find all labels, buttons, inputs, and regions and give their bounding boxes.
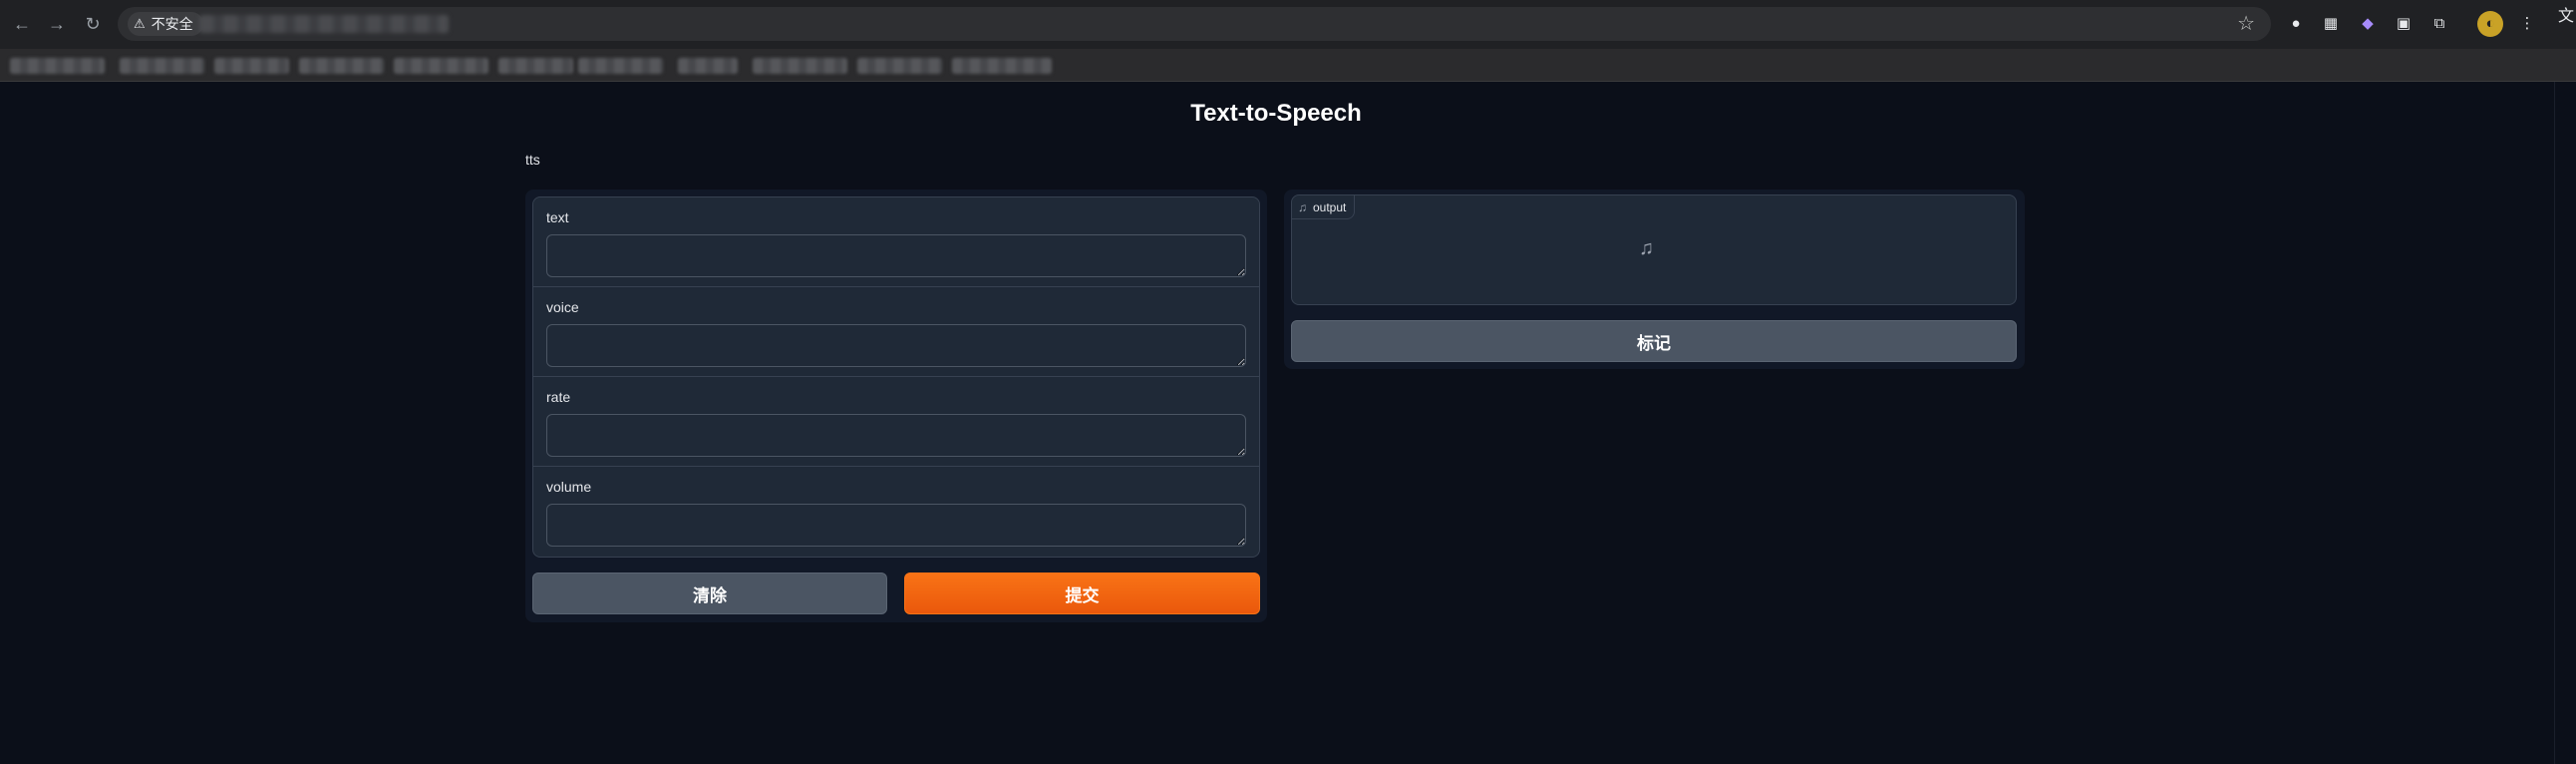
back-button[interactable]: ←: [8, 10, 36, 38]
profile-avatar[interactable]: ◐: [2477, 11, 2503, 37]
volume-label: volume: [546, 479, 592, 495]
bookmark-item[interactable]: [299, 58, 384, 74]
submit-button[interactable]: 提交: [904, 573, 1260, 614]
clear-button[interactable]: 清除: [532, 573, 887, 614]
output-panel: ♫ output ♫ 标记: [1284, 190, 2025, 369]
browser-toolbar: ← → ↻ ⚠ 不安全 ☆ ● ▦ ◆ ▣ ⧉ ◐ ⋮ 文: [0, 0, 2576, 49]
warning-icon: ⚠: [134, 16, 146, 31]
bookmark-item[interactable]: [678, 58, 738, 74]
bookmark-item[interactable]: [120, 58, 204, 74]
audio-output: ♫ output ♫: [1291, 194, 2017, 305]
voice-input[interactable]: [546, 324, 1246, 367]
voice-label: voice: [546, 299, 579, 315]
volume-field: volume: [533, 467, 1259, 557]
reload-button[interactable]: ↻: [79, 10, 107, 38]
bookmark-item[interactable]: [394, 58, 488, 74]
forward-button[interactable]: →: [43, 10, 71, 38]
bookmarks-bar: [0, 49, 2576, 82]
extension-qr-icon[interactable]: ▦: [2318, 11, 2344, 37]
text-input[interactable]: [546, 234, 1246, 277]
extension-circle-icon[interactable]: ●: [2283, 11, 2309, 37]
voice-field: voice: [533, 287, 1259, 377]
bookmark-item[interactable]: [578, 58, 663, 74]
bookmark-item[interactable]: [214, 58, 289, 74]
flag-button[interactable]: 标记: [1291, 320, 2017, 362]
url-text-redacted[interactable]: [199, 15, 449, 33]
security-indicator[interactable]: ⚠ 不安全: [128, 12, 203, 36]
music-note-icon: ♫: [1639, 237, 1654, 259]
star-icon[interactable]: ☆: [2237, 12, 2255, 36]
bookmark-item[interactable]: [498, 58, 573, 74]
input-form: text voice rate volume: [532, 196, 1260, 558]
extension-box-icon[interactable]: ▣: [2391, 11, 2416, 37]
input-panel: text voice rate volume 清除 提交: [525, 190, 1267, 622]
bookmark-item[interactable]: [857, 58, 942, 74]
bookmark-item[interactable]: [753, 58, 847, 74]
extension-badge-icon[interactable]: ◆: [2355, 11, 2381, 37]
bookmark-item[interactable]: [10, 58, 105, 74]
rate-input[interactable]: [546, 414, 1246, 457]
music-note-icon: ♫: [1298, 199, 1307, 214]
text-label: text: [546, 209, 569, 225]
extensions-puzzle-icon[interactable]: ⧉: [2426, 11, 2452, 37]
address-bar[interactable]: ⚠ 不安全 ☆: [118, 7, 2271, 41]
text-field: text: [533, 197, 1259, 287]
page-description: tts: [525, 152, 540, 168]
bookmark-item[interactable]: [952, 58, 1052, 74]
volume-input[interactable]: [546, 504, 1246, 547]
page-scrollbar[interactable]: [2554, 82, 2576, 764]
rate-label: rate: [546, 389, 571, 405]
security-label: 不安全: [151, 16, 193, 32]
rate-field: rate: [533, 377, 1259, 467]
menu-kebab-icon[interactable]: ⋮: [2514, 11, 2540, 37]
page-title: Text-to-Speech: [1190, 100, 1362, 127]
translate-icon[interactable]: 文: [2558, 2, 2574, 26]
output-label: output: [1313, 199, 1347, 214]
output-label-badge: ♫ output: [1292, 195, 1356, 219]
